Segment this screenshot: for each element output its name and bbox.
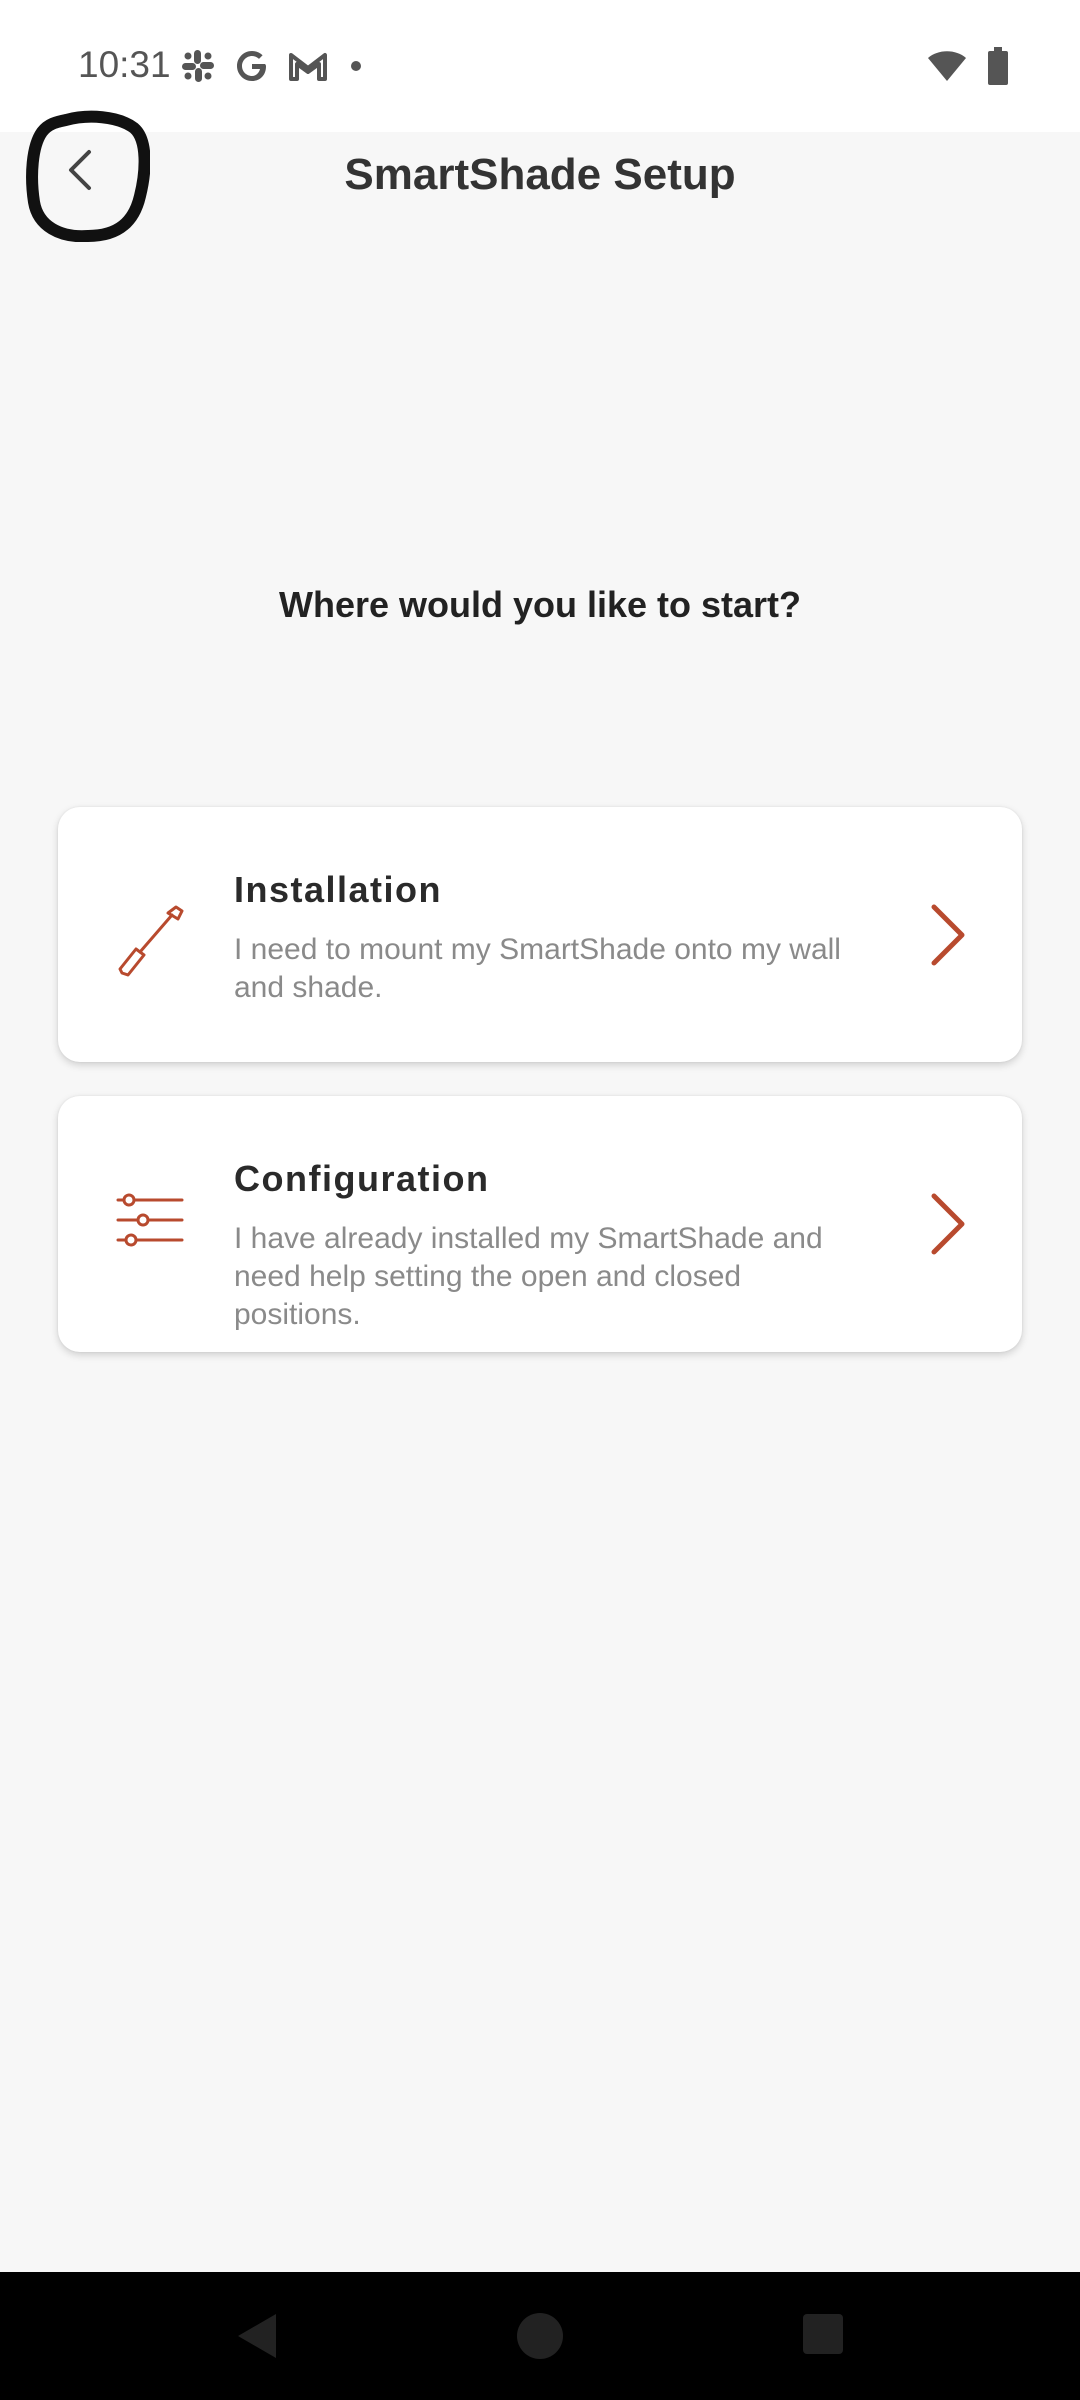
screwdriver-icon (118, 905, 184, 977)
configuration-title: Configuration (234, 1158, 490, 1199)
installation-description: I need to mount my SmartShade onto my wa… (234, 933, 841, 1004)
status-time: 10:31 (78, 44, 171, 85)
status-icons-left (180, 46, 366, 86)
status-bar: 10:31 (0, 0, 1080, 132)
back-triangle-icon[interactable] (234, 2312, 280, 2360)
system-navigation-bar (0, 2272, 1080, 2400)
gmail-icon (289, 53, 327, 81)
start-prompt: Where would you like to start? (278, 584, 802, 625)
status-icons-right (926, 46, 1010, 86)
chevron-right-icon (931, 1193, 965, 1255)
notification-dot-icon (351, 61, 361, 71)
chevron-right-icon (931, 904, 965, 966)
page-title: SmartShade Setup (344, 150, 736, 199)
wifi-icon (928, 51, 966, 81)
battery-icon (988, 47, 1008, 85)
configuration-description: I have already installed my SmartShade a… (234, 1222, 823, 1331)
configuration-option-card[interactable]: Configuration I have already installed m… (58, 1096, 1022, 1352)
sliders-icon (116, 1193, 184, 1247)
home-circle-icon[interactable] (516, 2312, 564, 2360)
installation-option-card[interactable]: Installation I need to mount my SmartSha… (58, 807, 1022, 1062)
google-icon (237, 51, 266, 81)
slack-icon (182, 50, 214, 82)
installation-title: Installation (234, 869, 443, 910)
recents-square-icon[interactable] (802, 2312, 844, 2356)
